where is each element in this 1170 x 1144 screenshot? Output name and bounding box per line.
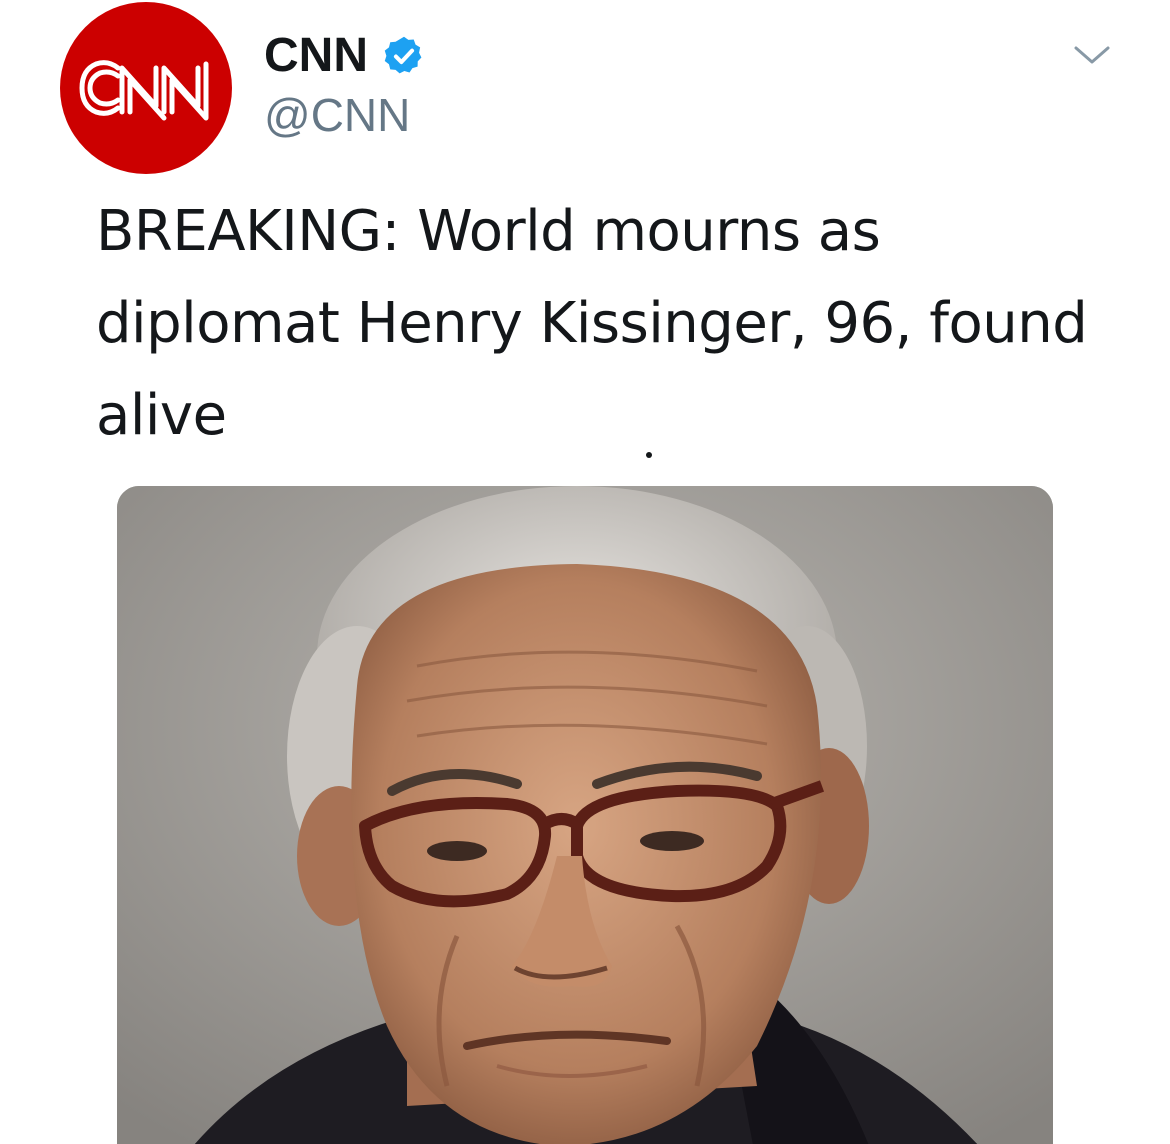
author-avatar[interactable] — [60, 2, 232, 174]
tweet-card: CNN @CNN BREAKING: World mourns as diplo… — [0, 0, 1170, 1144]
author-handle[interactable]: @CNN — [264, 92, 410, 138]
verified-badge-icon — [384, 36, 422, 74]
stray-dot — [646, 452, 652, 458]
cnn-logo — [79, 60, 209, 121]
tweet-photo[interactable] — [117, 486, 1053, 1144]
chevron-down-icon[interactable] — [1070, 40, 1114, 70]
author-name-row[interactable]: CNN — [264, 26, 426, 86]
portrait-image — [117, 486, 1053, 1144]
tweet-text: BREAKING: World mourns as diplomat Henry… — [96, 199, 1088, 448]
author-display-name[interactable]: CNN — [264, 32, 368, 80]
